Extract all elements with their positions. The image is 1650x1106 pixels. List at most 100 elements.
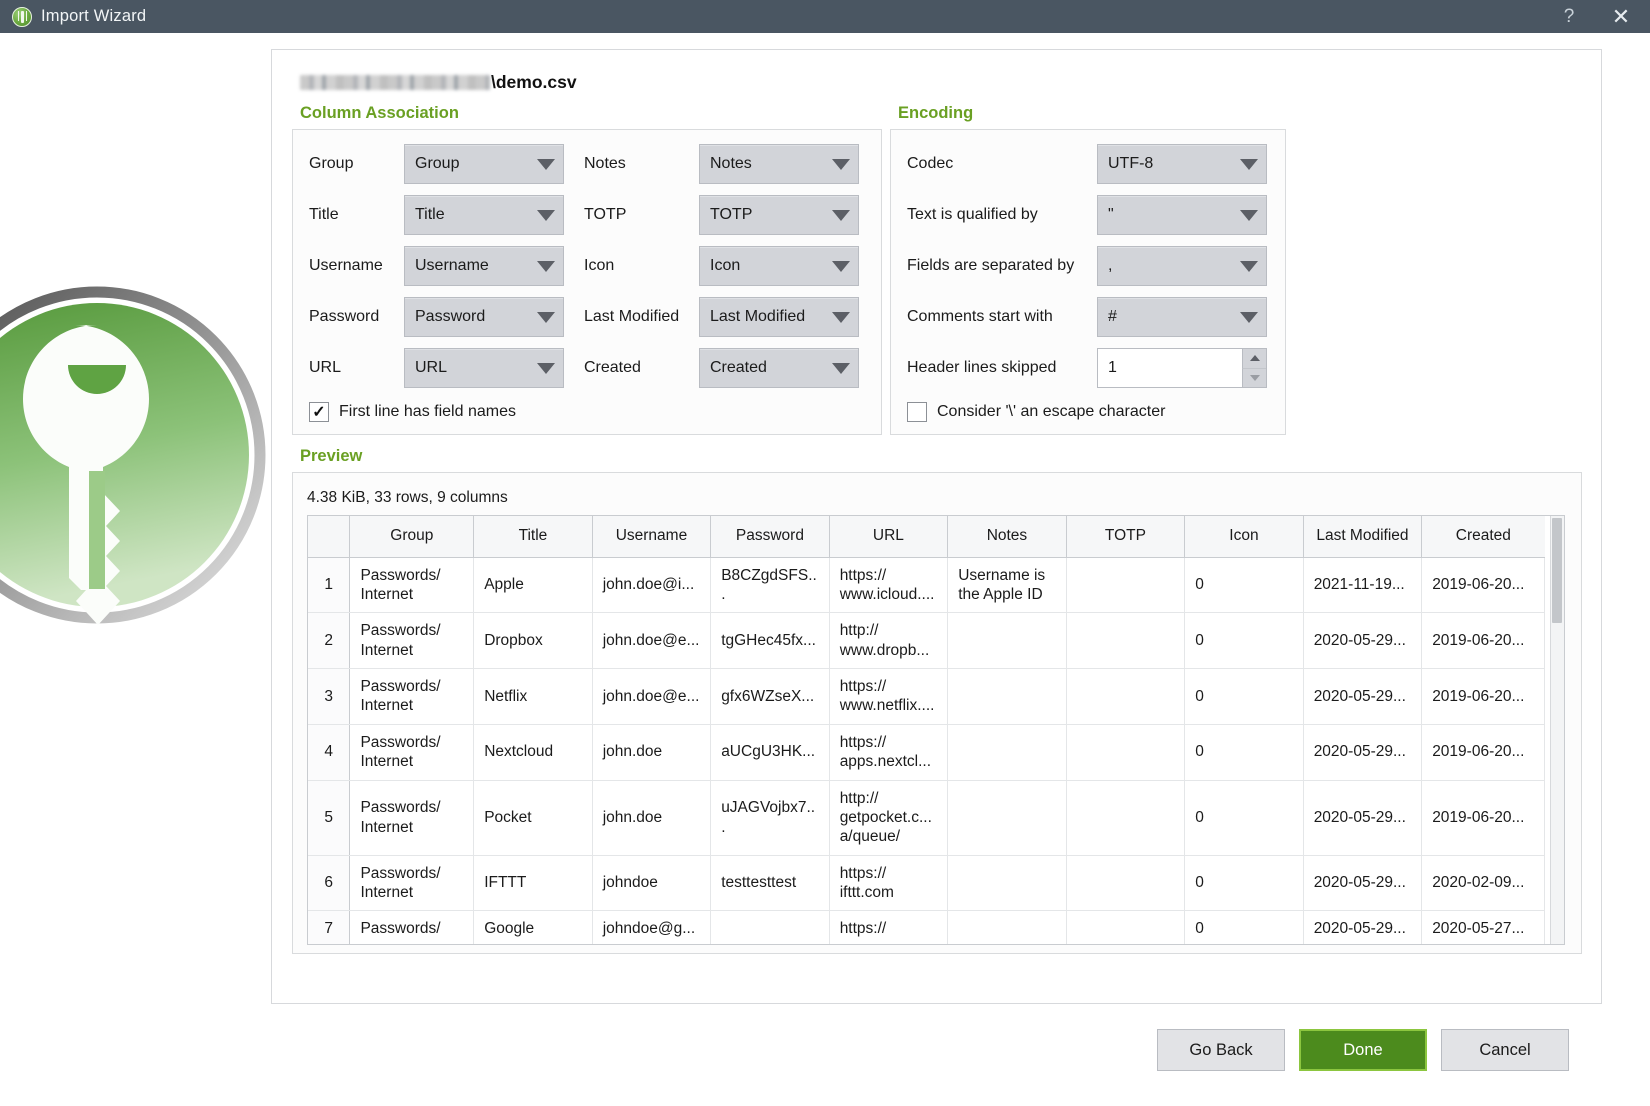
cell-group: Passwords/ Internet — [349, 668, 475, 725]
combobox-notes[interactable]: Notes — [699, 144, 859, 184]
cell-last-modified: 2020-05-29... — [1303, 910, 1423, 944]
chevron-down-icon — [832, 362, 850, 374]
cell-created: 2019-06-20... — [1421, 668, 1545, 725]
cell-password: testtesttest — [710, 855, 830, 912]
combobox-username[interactable]: Username — [404, 246, 564, 286]
go-back-button[interactable]: Go Back — [1157, 1029, 1285, 1071]
header-lines-stepper[interactable]: 1 — [1097, 348, 1267, 388]
field-row-notes: Notes Notes — [584, 144, 864, 184]
cell-title: Google — [473, 910, 593, 944]
cell-notes: Username is the Apple ID — [947, 557, 1067, 614]
cell-created: 2019-06-20... — [1421, 724, 1545, 781]
combobox-created[interactable]: Created — [699, 348, 859, 388]
combobox-text-qualifier-value: " — [1108, 206, 1114, 223]
cell-password: B8CZgdSFS... — [710, 557, 830, 614]
cell-created: 2019-06-20... — [1421, 780, 1545, 856]
cell-icon: 0 — [1184, 612, 1304, 669]
cell-last-modified: 2021-11-19... — [1303, 557, 1423, 614]
col-header-totp[interactable]: TOTP — [1066, 516, 1186, 558]
combobox-notes-value: Notes — [710, 155, 752, 172]
combobox-icon-value: Icon — [710, 257, 741, 274]
table-row[interactable]: 1 Passwords/ Internet Apple john.doe@i..… — [308, 557, 1545, 614]
combobox-icon[interactable]: Icon — [699, 246, 859, 286]
col-header-title[interactable]: Title — [473, 516, 593, 558]
stepper-buttons[interactable] — [1242, 349, 1266, 387]
cell-notes — [947, 855, 1067, 912]
combobox-url[interactable]: URL — [404, 348, 564, 388]
combobox-last-modified[interactable]: Last Modified — [699, 297, 859, 337]
combobox-group[interactable]: Group — [404, 144, 564, 184]
col-header-rownum[interactable] — [308, 516, 351, 558]
table-row[interactable]: 4 Passwords/ Internet Nextcloud john.doe… — [308, 724, 1545, 781]
stepper-up-icon[interactable] — [1242, 349, 1266, 368]
preview-label: Preview — [300, 447, 363, 465]
col-header-last-modified[interactable]: Last Modified — [1303, 516, 1423, 558]
cell-group: Passwords/ Internet — [349, 780, 475, 856]
cell-url: https:// ifttt.com — [829, 855, 949, 912]
column-association-right: Notes Notes TOTP TOTP Icon Icon Last Mod… — [584, 144, 864, 388]
col-header-icon[interactable]: Icon — [1184, 516, 1304, 558]
cell-notes — [947, 910, 1067, 944]
stepper-down-icon[interactable] — [1242, 367, 1266, 387]
col-header-notes[interactable]: Notes — [947, 516, 1067, 558]
combobox-group-value: Group — [415, 155, 460, 172]
header-lines-value: 1 — [1108, 359, 1117, 376]
cell-group: Passwords/ Internet — [349, 724, 475, 781]
cell-totp — [1066, 668, 1186, 725]
col-header-password[interactable]: Password — [710, 516, 830, 558]
field-label-password: Password — [309, 308, 380, 325]
close-button[interactable]: ✕ — [1592, 0, 1650, 33]
cell-password: tgGHec45fx... — [710, 612, 830, 669]
table-row[interactable]: 6 Passwords/ Internet IFTTT johndoe test… — [308, 855, 1545, 912]
preview-table-header-row: Group Title Username Password URL Notes … — [308, 516, 1545, 558]
cell-totp — [1066, 612, 1186, 669]
escape-character-checkbox-row[interactable]: Consider '\' an escape character — [907, 402, 1269, 422]
col-header-created[interactable]: Created — [1421, 516, 1545, 558]
first-line-checkbox-row[interactable]: ✓ First line has field names — [309, 402, 865, 422]
preview-stats: 4.38 KiB, 33 rows, 9 columns — [307, 489, 508, 506]
redacted-path-icon — [300, 74, 490, 90]
preview-scrollbar[interactable] — [1550, 516, 1564, 944]
dialog-background: \demo.csv Column Association Group Group… — [0, 33, 1650, 1106]
field-label-username: Username — [309, 257, 383, 274]
table-row[interactable]: 5 Passwords/ Internet Pocket john.doe uJ… — [308, 780, 1545, 856]
combobox-field-separator[interactable]: , — [1097, 246, 1267, 286]
cell-username: john.doe — [592, 724, 712, 781]
cell-url: https:// — [829, 910, 949, 944]
cell-notes — [947, 612, 1067, 669]
col-header-username[interactable]: Username — [592, 516, 712, 558]
cell-username: john.doe@e... — [592, 612, 712, 669]
field-label-comment-start: Comments start with — [907, 308, 1053, 325]
combobox-codec[interactable]: UTF-8 — [1097, 144, 1267, 184]
wizard-panel: \demo.csv Column Association Group Group… — [271, 49, 1602, 1004]
cancel-button[interactable]: Cancel — [1441, 1029, 1569, 1071]
combobox-password[interactable]: Password — [404, 297, 564, 337]
encoding-section: Encoding Codec UTF-8 Text is qualified b… — [890, 94, 1286, 435]
column-association-section: Column Association Group Group Title Tit… — [292, 94, 882, 435]
combobox-text-qualifier[interactable]: " — [1097, 195, 1267, 235]
combobox-title[interactable]: Title — [404, 195, 564, 235]
cell-group: Passwords/ Internet — [349, 557, 475, 614]
chevron-down-icon — [832, 311, 850, 323]
table-row[interactable]: 2 Passwords/ Internet Dropbox john.doe@e… — [308, 612, 1545, 669]
preview-scrollbar-thumb[interactable] — [1552, 518, 1562, 623]
field-label-title: Title — [309, 206, 339, 223]
column-association-left: Group Group Title Title Username Usernam… — [309, 144, 584, 388]
combobox-comment-start[interactable]: # — [1097, 297, 1267, 337]
dialog-footer: Go Back Done Cancel — [0, 1029, 1650, 1106]
done-button[interactable]: Done — [1299, 1029, 1427, 1071]
col-header-group[interactable]: Group — [349, 516, 475, 558]
combobox-codec-value: UTF-8 — [1108, 155, 1154, 172]
first-line-checkbox[interactable]: ✓ — [309, 402, 329, 422]
cell-username: john.doe@e... — [592, 668, 712, 725]
field-row-totp: TOTP TOTP — [584, 195, 864, 235]
help-button[interactable]: ? — [1546, 0, 1592, 33]
cell-last-modified: 2020-05-29... — [1303, 612, 1423, 669]
table-row[interactable]: 3 Passwords/ Internet Netflix john.doe@e… — [308, 668, 1545, 725]
col-header-url[interactable]: URL — [829, 516, 949, 558]
combobox-totp[interactable]: TOTP — [699, 195, 859, 235]
file-path: \demo.csv — [300, 70, 1582, 94]
escape-character-checkbox-label: Consider '\' an escape character — [937, 403, 1166, 420]
table-row[interactable]: 7 Passwords/ Google johndoe@g... https:/… — [308, 910, 1545, 944]
escape-character-checkbox[interactable] — [907, 402, 927, 422]
